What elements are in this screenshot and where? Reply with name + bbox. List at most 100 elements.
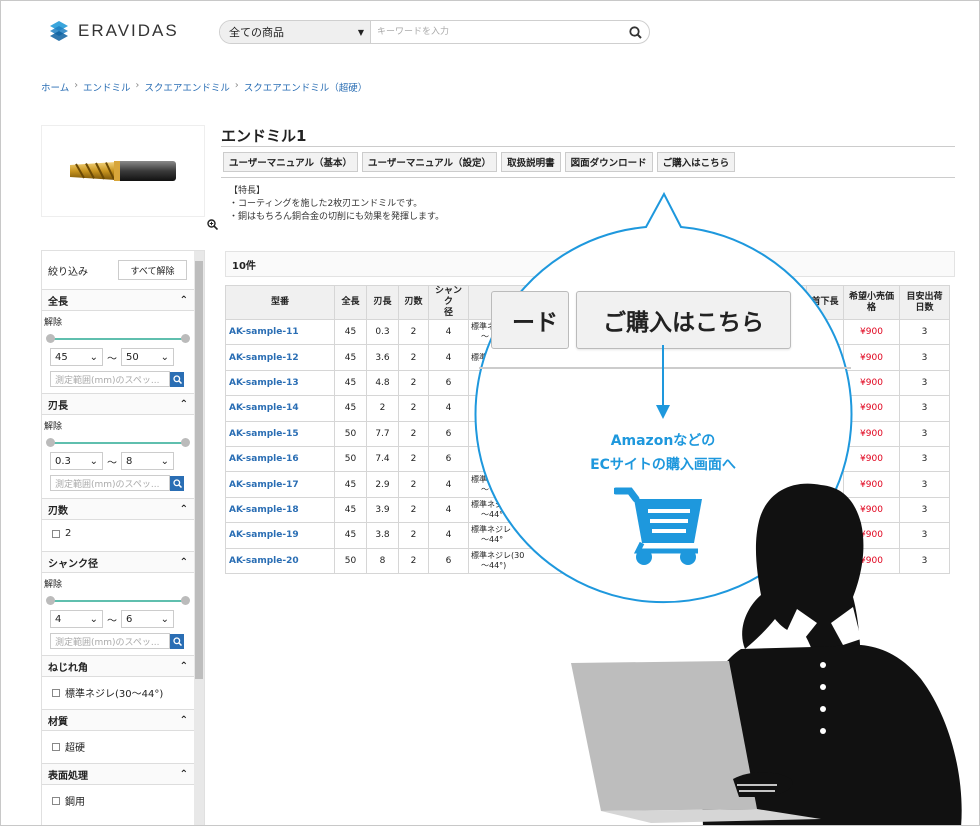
tab-instructions[interactable]: 取扱説明書 xyxy=(501,152,561,172)
search-button[interactable] xyxy=(621,21,649,43)
checkbox[interactable] xyxy=(52,742,60,751)
min-select[interactable]: 45 ⌄ xyxy=(50,348,103,366)
range-search-button[interactable] xyxy=(170,371,184,387)
cell-length: 45 xyxy=(334,496,367,524)
surface-option[interactable]: 鋼用 xyxy=(42,785,194,816)
range-spec-input[interactable]: 測定範囲(mm)のスペッ... xyxy=(50,371,170,387)
model-link[interactable]: AK-sample-20 xyxy=(225,547,335,574)
tab-purchase[interactable]: ご購入はこちら xyxy=(656,152,736,172)
cell-hidden xyxy=(560,395,807,422)
flutes-option[interactable]: 2 xyxy=(42,520,194,547)
person-laptop-illustration xyxy=(571,483,962,825)
search-icon xyxy=(172,374,182,384)
slider-max-handle[interactable] xyxy=(181,334,190,343)
document-tabs: ユーザーマニュアル（基本） ユーザーマニュアル（設定） 取扱説明書 図面ダウンロ… xyxy=(223,152,736,172)
model-link[interactable]: AK-sample-17 xyxy=(225,471,335,498)
table-row[interactable]: AK-sample-13 45 4.8 2 6 ¥900 3 xyxy=(225,369,950,397)
cell-neck xyxy=(806,395,844,422)
reset-link[interactable]: 解除 xyxy=(42,415,194,436)
col-price[interactable]: 希望小売価格 xyxy=(843,285,900,320)
filter-helix-title[interactable]: ねじれ角 ⌃ xyxy=(42,655,194,677)
tab-manual-basic[interactable]: ユーザーマニュアル（基本） xyxy=(223,152,359,172)
max-value: 50 xyxy=(126,351,139,363)
col-blade[interactable]: 刃長 xyxy=(366,285,399,320)
tab-drawing-download[interactable]: 図面ダウンロード xyxy=(564,152,653,172)
model-link[interactable]: AK-sample-15 xyxy=(225,420,335,447)
zoomed-purchase-tab[interactable]: ご購入はこちら xyxy=(576,291,791,349)
category-select[interactable]: 全ての商品 ▼ xyxy=(220,21,371,43)
material-option[interactable]: 超硬 xyxy=(42,731,194,762)
model-link[interactable]: AK-sample-14 xyxy=(225,395,335,422)
cell-length: 45 xyxy=(334,318,367,346)
chevron-up-icon: ⌃ xyxy=(179,660,188,672)
model-link[interactable]: AK-sample-16 xyxy=(225,445,335,473)
range-search-button[interactable] xyxy=(170,633,184,649)
chevron-down-icon: ⌄ xyxy=(160,455,169,467)
reset-link[interactable]: 解除 xyxy=(42,311,194,332)
breadcrumb-current[interactable]: スクエアエンドミル（超硬） xyxy=(244,80,368,94)
range-search-button[interactable] xyxy=(170,475,184,491)
breadcrumb-home[interactable]: ホーム xyxy=(41,80,69,94)
slider-min-handle[interactable] xyxy=(46,596,55,605)
checkbox[interactable] xyxy=(52,688,60,697)
model-link[interactable]: AK-sample-13 xyxy=(225,369,335,397)
min-select[interactable]: 4 ⌄ xyxy=(50,610,103,628)
model-link[interactable]: AK-sample-11 xyxy=(225,318,335,346)
cell-length: 50 xyxy=(334,445,367,473)
min-select[interactable]: 0.3 ⌄ xyxy=(50,452,103,470)
length-slider[interactable] xyxy=(46,332,190,346)
range-spec-input[interactable]: 測定範囲(mm)のスペッ... xyxy=(50,633,170,649)
filter-material-title[interactable]: 材質 ⌃ xyxy=(42,709,194,731)
clear-all-button[interactable]: すべて解除 xyxy=(118,260,187,280)
filter-surface-title[interactable]: 表面処理 ⌃ xyxy=(42,763,194,785)
scroll-thumb[interactable] xyxy=(195,261,203,679)
keyword-input[interactable] xyxy=(371,21,621,43)
max-select[interactable]: 50 ⌄ xyxy=(121,348,174,366)
filter-shank-title[interactable]: シャンク径 ⌃ xyxy=(42,551,194,573)
blade-slider[interactable] xyxy=(46,436,190,450)
arrow-down-icon xyxy=(656,345,670,419)
table-row[interactable]: AK-sample-14 45 2 2 4 ¥900 3 xyxy=(225,395,950,422)
max-select[interactable]: 6 ⌄ xyxy=(121,610,174,628)
breadcrumb-endmill[interactable]: エンドミル xyxy=(83,80,131,94)
divider xyxy=(221,177,955,178)
zoom-button[interactable] xyxy=(207,219,219,233)
col-neck[interactable]: 首下長 xyxy=(806,285,844,320)
cell-price: ¥900 xyxy=(843,445,900,473)
cell-length: 45 xyxy=(334,395,367,422)
cell-shank: 6 xyxy=(428,445,469,473)
filter-sidebar: 絞り込み すべて解除 全長 ⌃ 解除 45 ⌄ ～ 50 ⌄ 測定範囲(mm)のスペッ… xyxy=(41,250,205,825)
helix-option[interactable]: 標準ネジレ(30～44°) xyxy=(42,677,194,708)
checkbox[interactable] xyxy=(52,796,60,805)
filter-flutes-title[interactable]: 刃数 ⌃ xyxy=(42,498,194,520)
range-row: 0.3 ⌄ ～ 8 ⌄ xyxy=(42,450,194,472)
slider-min-handle[interactable] xyxy=(46,334,55,343)
tab-manual-settings[interactable]: ユーザーマニュアル（設定） xyxy=(362,152,498,172)
range-input-row: 測定範囲(mm)のスペッ... xyxy=(42,630,194,652)
col-shank[interactable]: シャンク径 xyxy=(428,285,469,320)
slider-min-handle[interactable] xyxy=(46,438,55,447)
col-ship[interactable]: 目安出荷 日数 xyxy=(899,285,950,320)
filter-blade-title[interactable]: 刃長 ⌃ xyxy=(42,393,194,415)
range-spec-input[interactable]: 測定範囲(mm)のスペッ... xyxy=(50,475,170,491)
filter-length-title[interactable]: 全長 ⌃ xyxy=(42,289,194,311)
filter-heading: 絞り込み xyxy=(48,267,88,278)
feature-line: ・銅はもちろん銅合金の切削にも効果を発揮します。 xyxy=(229,212,445,222)
col-model[interactable]: 型番 xyxy=(225,285,335,320)
slider-max-handle[interactable] xyxy=(181,438,190,447)
model-link[interactable]: AK-sample-12 xyxy=(225,344,335,371)
sidebar-scrollbar[interactable] xyxy=(194,251,204,825)
shank-slider[interactable] xyxy=(46,594,190,608)
product-image[interactable] xyxy=(41,125,205,217)
max-select[interactable]: 8 ⌄ xyxy=(121,452,174,470)
reset-link[interactable]: 解除 xyxy=(42,573,194,594)
col-length[interactable]: 全長 xyxy=(334,285,367,320)
breadcrumb-square-endmill[interactable]: スクエアエンドミル xyxy=(144,80,230,94)
slider-max-handle[interactable] xyxy=(181,596,190,605)
cell-flutes: 2 xyxy=(398,420,429,447)
logo[interactable]: ERAVIDAS xyxy=(48,19,179,43)
col-flutes[interactable]: 刃数 xyxy=(398,285,429,320)
checkbox[interactable] xyxy=(52,529,60,538)
model-link[interactable]: AK-sample-19 xyxy=(225,522,335,549)
model-link[interactable]: AK-sample-18 xyxy=(225,496,335,524)
